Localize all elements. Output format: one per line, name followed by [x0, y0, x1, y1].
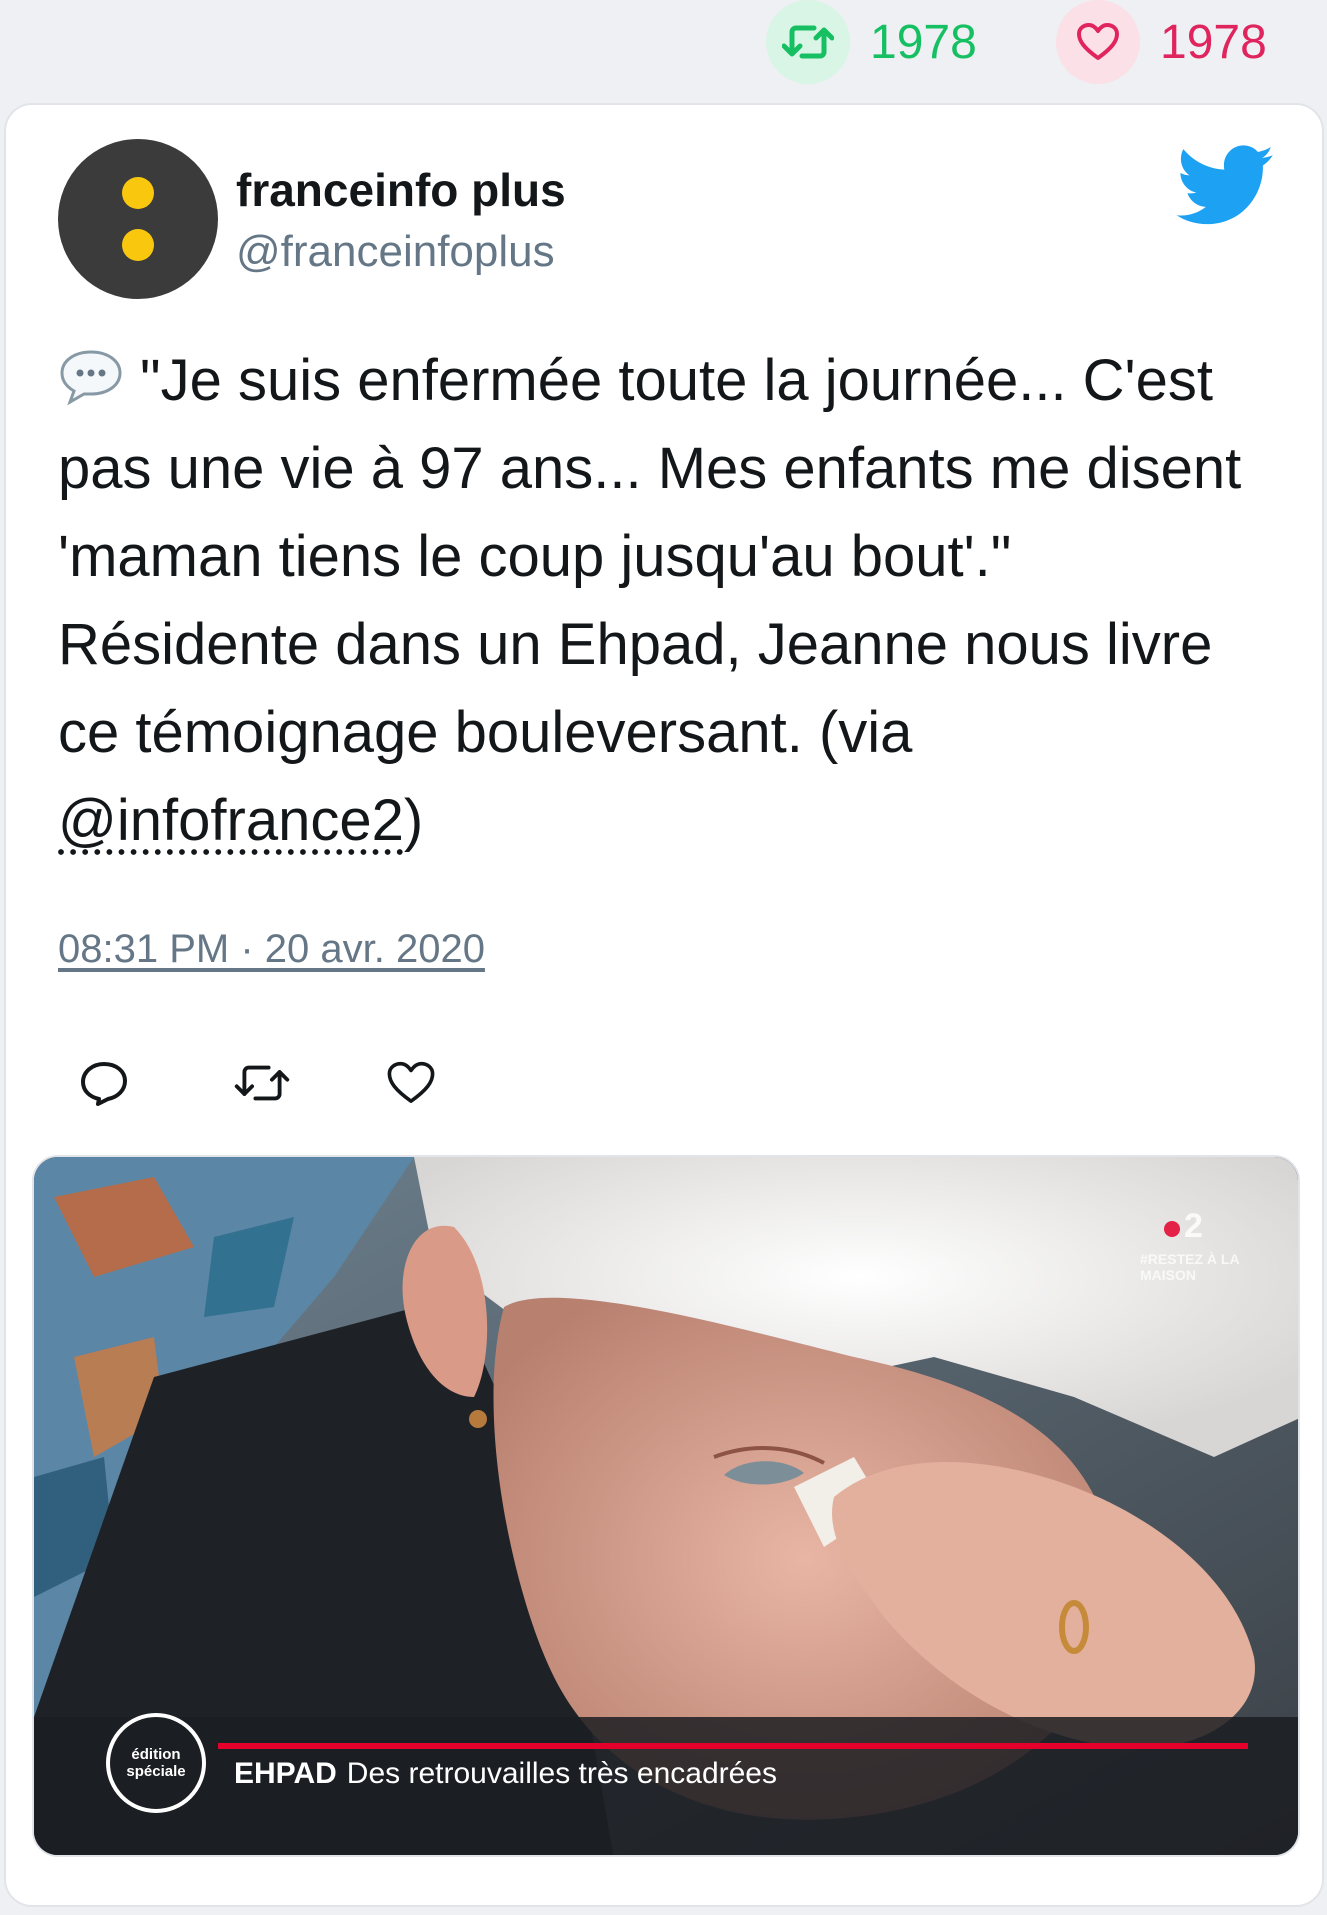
- retweet-stat[interactable]: 1978: [766, 0, 977, 84]
- channel-logo-text: 2: [1184, 1207, 1203, 1245]
- retweet-icon: [766, 0, 850, 84]
- tweet-card: franceinfo plus @franceinfoplus "Je suis…: [4, 103, 1324, 1907]
- avatar[interactable]: [58, 139, 218, 299]
- speech-balloon-icon: [60, 350, 122, 406]
- author-handle[interactable]: @franceinfoplus: [236, 227, 555, 277]
- retweet-count: 1978: [870, 15, 977, 69]
- twitter-bird-icon[interactable]: [1176, 145, 1276, 227]
- top-stats-bar: 1978 1978: [0, 0, 1327, 100]
- reply-button[interactable]: [58, 1053, 212, 1113]
- media-caption: EHPAD Des retrouvailles très encadrées: [234, 1757, 777, 1791]
- tweet-text: "Je suis enfermée toute la journée... C'…: [58, 337, 1278, 865]
- retweet-button[interactable]: [212, 1053, 366, 1113]
- like-count: 1978: [1160, 15, 1267, 69]
- heart-icon: [387, 1061, 435, 1103]
- tweet-media[interactable]: édition spéciale EHPAD Des retrouvailles …: [32, 1155, 1300, 1857]
- reply-icon: [81, 1062, 127, 1106]
- caption-tag: EHPAD: [234, 1757, 337, 1790]
- avatar-dot: [122, 229, 154, 261]
- channel-logo: 2: [1164, 1207, 1203, 1246]
- mention-link[interactable]: @infofrance2: [58, 788, 404, 853]
- author-name[interactable]: franceinfo plus: [236, 163, 566, 217]
- like-button[interactable]: [366, 1053, 520, 1113]
- channel-subtitle: #RESTEZ À LA MAISON: [1140, 1251, 1240, 1283]
- caption-rule: [218, 1743, 1248, 1749]
- avatar-dot: [122, 177, 154, 209]
- caption-text: Des retrouvailles très encadrées: [346, 1757, 777, 1790]
- channel-logo-dot: [1164, 1221, 1180, 1237]
- tweet-body-end: ): [403, 788, 424, 853]
- like-stat[interactable]: 1978: [1056, 0, 1267, 84]
- tweet-timestamp[interactable]: 08:31 PM · 20 avr. 2020: [58, 927, 485, 972]
- retweet-icon: [234, 1065, 290, 1101]
- tweet-actions: [58, 1053, 520, 1113]
- tweet-body: "Je suis enfermée toute la journée... C'…: [58, 348, 1242, 765]
- edition-badge: édition spéciale: [106, 1713, 206, 1813]
- heart-icon: [1056, 0, 1140, 84]
- media-photo: [34, 1157, 1298, 1855]
